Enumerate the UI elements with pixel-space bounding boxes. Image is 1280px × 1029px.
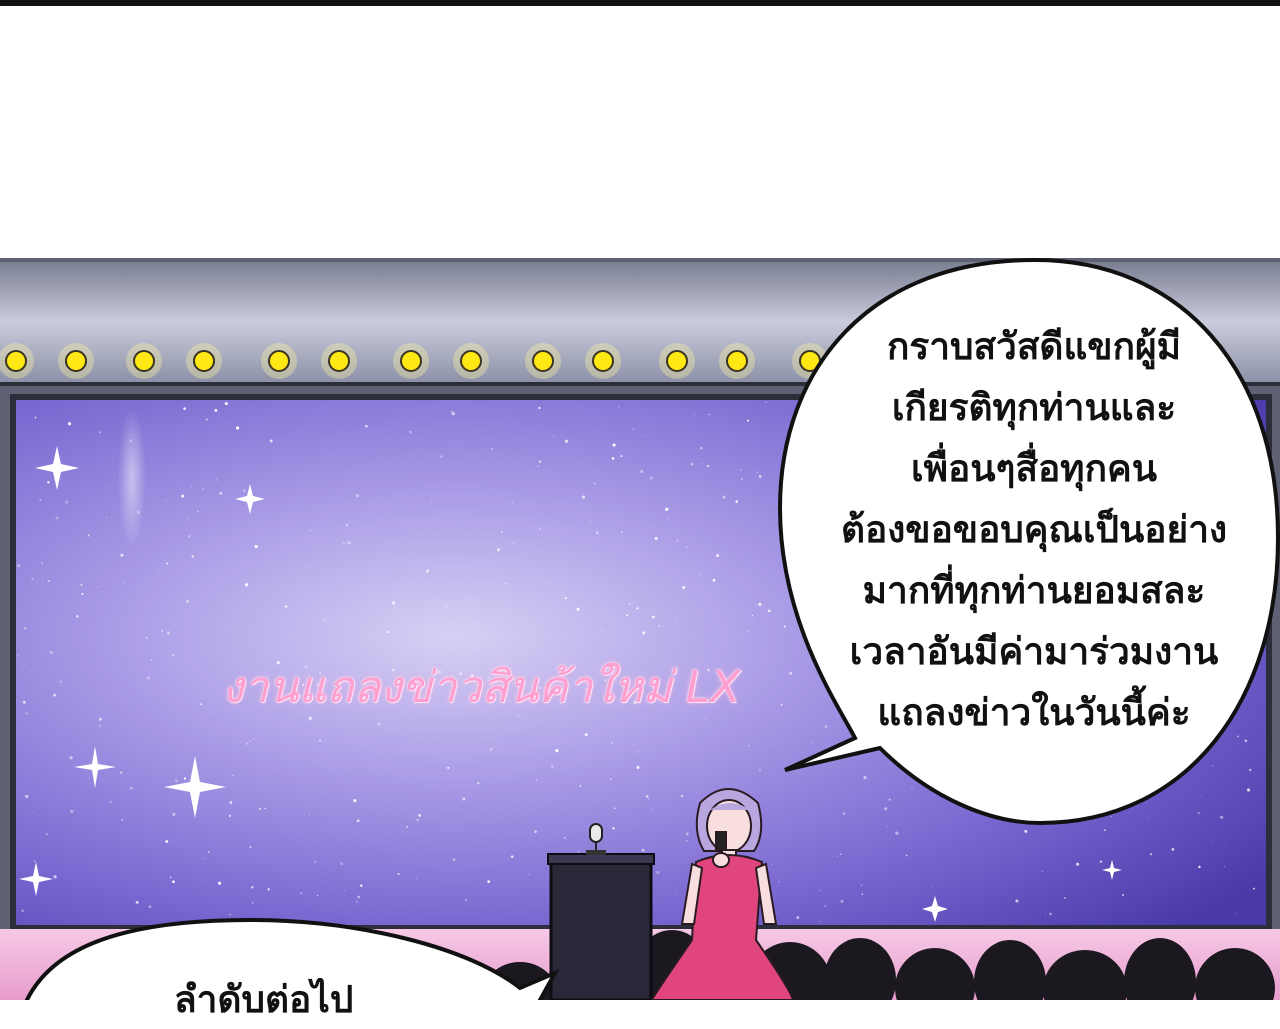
speech-bubble-text: กราบสวัสดีแขกผู้มี เกียรติทุกท่านและ เพื…	[806, 316, 1262, 743]
stage-light-bulb	[193, 350, 215, 372]
stage-light-bulb	[592, 350, 614, 372]
stage-light-bulb	[460, 350, 482, 372]
speech-line: เวลาอันมีค่ามาร่วมงาน	[849, 630, 1219, 673]
stage-light-bulb	[328, 350, 350, 372]
speech-line: ต้องขอขอบคุณเป็นอย่าง	[840, 508, 1228, 551]
stage-light-bulb	[666, 350, 688, 372]
speech-line: มากที่ทุกท่านยอมสละ	[862, 569, 1206, 612]
stage-light-bulb	[726, 350, 748, 372]
speech-line: แถลงข่าวในวันนี้ค่ะ	[877, 691, 1191, 734]
screen-caption: งานแถลงข่าวสินค้าใหม่ LX	[222, 662, 741, 713]
speech-line: เกียรติทุกท่านและ	[891, 386, 1177, 429]
speech-line: เพื่อนๆสื่อทุกคน	[910, 447, 1158, 490]
stage-light-bulb	[532, 350, 554, 372]
stage-light-bulb	[5, 350, 27, 372]
stage-light-bulb	[268, 350, 290, 372]
stage-light-bulb	[65, 350, 87, 372]
speech-line: กราบสวัสดีแขกผู้มี	[886, 325, 1182, 368]
stage-light-bulb	[133, 350, 155, 372]
panel-top-border	[0, 0, 1280, 6]
stage-light-bulb	[400, 350, 422, 372]
